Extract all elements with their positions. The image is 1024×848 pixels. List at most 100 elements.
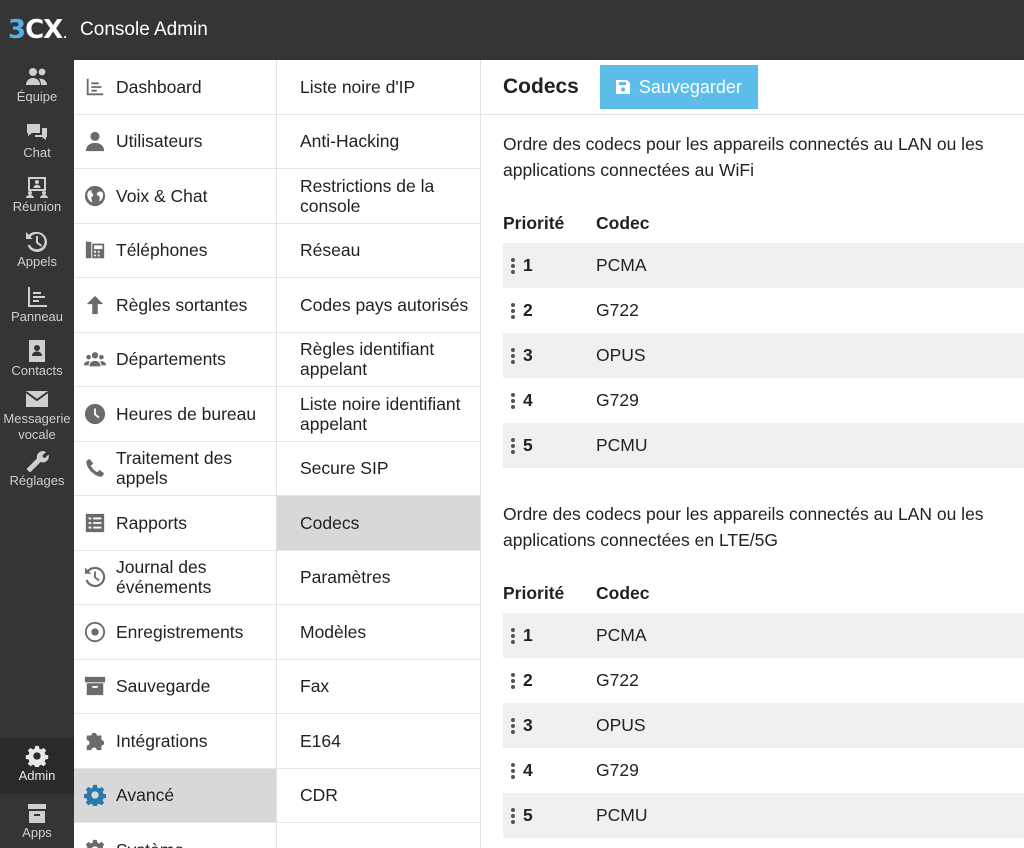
rail-item-admin[interactable]: Admin bbox=[0, 738, 74, 794]
drag-handle-icon[interactable] bbox=[503, 626, 523, 646]
rail-label: Réglages bbox=[9, 473, 65, 488]
codec-cell: PCMU bbox=[596, 805, 648, 825]
drag-handle-icon[interactable] bbox=[503, 671, 523, 691]
table-row[interactable]: 4 G729 bbox=[503, 378, 1024, 423]
submenu-item-anti-hacking[interactable]: Anti-Hacking bbox=[277, 115, 480, 169]
rail-label: Apps bbox=[22, 825, 52, 840]
table-row[interactable]: 1 PCMA bbox=[503, 243, 1024, 288]
rail-label: Contacts bbox=[11, 363, 63, 378]
rail-label: Équipe bbox=[16, 89, 58, 104]
submenu-item-regles-identifiant[interactable]: Règles identifiant appelant bbox=[277, 333, 480, 387]
menu-item-voix-chat[interactable]: Voix & Chat bbox=[74, 169, 276, 224]
rail-label: Appels bbox=[17, 254, 57, 269]
table-row[interactable]: 4 G729 bbox=[503, 748, 1024, 793]
top-bar: 3 CX. Console Admin bbox=[0, 0, 1024, 60]
panel-icon bbox=[28, 287, 47, 307]
submenu-item-codecs[interactable]: Codecs bbox=[277, 496, 480, 551]
rail-item-apps[interactable]: Apps bbox=[0, 802, 74, 841]
rail-item-appels[interactable]: Appels bbox=[0, 231, 74, 270]
page-title: Codecs bbox=[503, 75, 579, 98]
drag-handle-icon[interactable] bbox=[503, 806, 523, 826]
table-row[interactable]: 1 PCMA bbox=[503, 613, 1024, 658]
table-header: Priorité Codec bbox=[503, 573, 1024, 613]
history-icon bbox=[82, 564, 108, 590]
menu-item-integrations[interactable]: Intégrations bbox=[74, 714, 276, 769]
rail-item-reglages[interactable]: Réglages bbox=[0, 450, 74, 489]
table-row[interactable]: 3 OPUS bbox=[503, 333, 1024, 378]
drag-handle-icon[interactable] bbox=[503, 761, 523, 781]
menu-item-regles-sortantes[interactable]: Règles sortantes bbox=[74, 278, 276, 333]
rail-label: Messagerie vocale bbox=[3, 411, 71, 442]
rail-item-equipe[interactable]: Équipe bbox=[0, 66, 74, 105]
column-priority: Priorité bbox=[503, 212, 565, 233]
drag-handle-icon[interactable] bbox=[503, 301, 523, 321]
rail-label: Admin bbox=[18, 768, 56, 783]
table-row[interactable]: 2 G722 bbox=[503, 288, 1024, 333]
menu-item-label: Heures de bureau bbox=[116, 403, 257, 424]
drag-handle-icon[interactable] bbox=[503, 436, 523, 456]
app-title: Console Admin bbox=[80, 19, 208, 40]
puzzle-icon bbox=[82, 728, 108, 754]
priority-cell: 5 bbox=[523, 805, 533, 825]
rail-item-contacts[interactable]: Contacts bbox=[0, 340, 74, 379]
clock-icon bbox=[82, 401, 108, 427]
menu-item-label: Sauvegarde bbox=[116, 676, 211, 697]
table-row[interactable]: 2 G722 bbox=[503, 658, 1024, 703]
menu-item-heures-de-bureau[interactable]: Heures de bureau bbox=[74, 387, 276, 442]
save-icon bbox=[615, 80, 630, 94]
rail-item-chat[interactable]: Chat bbox=[0, 122, 74, 161]
codec-cell: OPUS bbox=[596, 715, 646, 735]
rail-item-messagerie[interactable]: Messagerie vocale bbox=[0, 388, 74, 443]
dashboard-icon bbox=[82, 74, 108, 100]
rail-item-reunion[interactable]: Réunion bbox=[0, 176, 74, 215]
priority-cell: 5 bbox=[523, 435, 533, 455]
table-row[interactable]: 5 PCMU bbox=[503, 423, 1024, 468]
save-button[interactable]: Sauvegarder bbox=[599, 65, 758, 109]
drag-handle-icon[interactable] bbox=[503, 346, 523, 366]
submenu-item-secure-sip[interactable]: Secure SIP bbox=[277, 442, 480, 496]
drag-handle-icon[interactable] bbox=[503, 716, 523, 736]
submenu-item-reseau[interactable]: Réseau bbox=[277, 224, 480, 278]
menu-item-journal-des-evenements[interactable]: Journal des événements bbox=[74, 551, 276, 605]
rail-label: Réunion bbox=[12, 199, 62, 214]
codec-table-lte: Priorité Codec 1 PCMA 2 G722 3 OPUS 4 G7… bbox=[503, 573, 1024, 838]
logo-cx: CX bbox=[25, 15, 63, 45]
menu-item-traitement-des-appels[interactable]: Traitement des appels bbox=[74, 442, 276, 496]
submenu-item-codes-pays[interactable]: Codes pays autorisés bbox=[277, 278, 480, 333]
menu-item-dashboard[interactable]: Dashboard bbox=[74, 60, 276, 115]
drag-handle-icon[interactable] bbox=[503, 256, 523, 276]
submenu-item-e164[interactable]: E164 bbox=[277, 714, 480, 769]
team-icon bbox=[26, 68, 47, 85]
menu-item-sauvegarde[interactable]: Sauvegarde bbox=[74, 660, 276, 714]
codec-cell: G729 bbox=[596, 760, 639, 780]
desk-phone-icon bbox=[82, 237, 108, 263]
submenu-item-modeles[interactable]: Modèles bbox=[277, 605, 480, 660]
submenu-item-cdr[interactable]: CDR bbox=[277, 769, 480, 823]
submenu-item-liste-noire-identifiant[interactable]: Liste noire identifiant appelant bbox=[277, 387, 480, 442]
submenu-item-liste-noire-ip[interactable]: Liste noire d'IP bbox=[277, 60, 480, 115]
column-codec: Codec bbox=[596, 212, 650, 233]
menu-item-systeme[interactable]: Système bbox=[74, 823, 276, 848]
submenu-item-parametres[interactable]: Paramètres bbox=[277, 551, 480, 605]
priority-cell: 4 bbox=[523, 390, 533, 410]
submenu-item-restrictions-console[interactable]: Restrictions de la console bbox=[277, 169, 480, 224]
table-row[interactable]: 5 PCMU bbox=[503, 793, 1024, 838]
menu-item-utilisateurs[interactable]: Utilisateurs bbox=[74, 115, 276, 169]
logo[interactable]: 3 CX. bbox=[8, 15, 67, 45]
menu-item-rapports[interactable]: Rapports bbox=[74, 496, 276, 551]
codec-cell: G729 bbox=[596, 390, 639, 410]
rail-item-panneau[interactable]: Panneau bbox=[0, 286, 74, 325]
menu-item-label: Avancé bbox=[116, 785, 175, 806]
column-codec: Codec bbox=[596, 582, 650, 603]
menu-item-label: Enregistrements bbox=[116, 621, 244, 642]
menu-item-label: Rapports bbox=[116, 512, 188, 533]
submenu-item-fax[interactable]: Fax bbox=[277, 660, 480, 714]
drag-handle-icon[interactable] bbox=[503, 391, 523, 411]
table-row[interactable]: 3 OPUS bbox=[503, 703, 1024, 748]
menu-item-telephones[interactable]: Téléphones bbox=[74, 224, 276, 278]
menu-item-enregistrements[interactable]: Enregistrements bbox=[74, 605, 276, 660]
priority-cell: 4 bbox=[523, 760, 533, 780]
chat-icon bbox=[27, 124, 47, 140]
menu-item-avance[interactable]: Avancé bbox=[74, 768, 276, 823]
menu-item-departements[interactable]: Départements bbox=[74, 333, 276, 387]
